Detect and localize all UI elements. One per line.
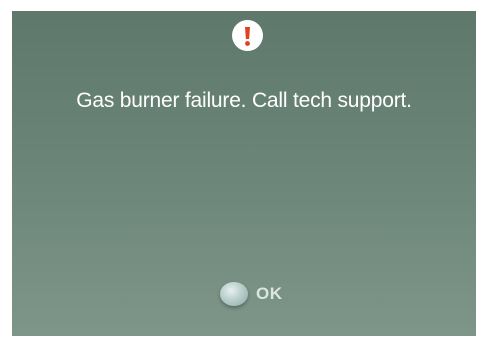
error-message: Gas burner failure. Call tech support. [76, 89, 412, 112]
ok-button[interactable]: OK [220, 279, 283, 309]
alert-dialog: Gas burner failure. Call tech support. O… [12, 11, 476, 336]
ok-button-knob[interactable] [220, 282, 248, 306]
ok-button-label[interactable]: OK [256, 284, 283, 304]
alert-icon [232, 20, 263, 51]
